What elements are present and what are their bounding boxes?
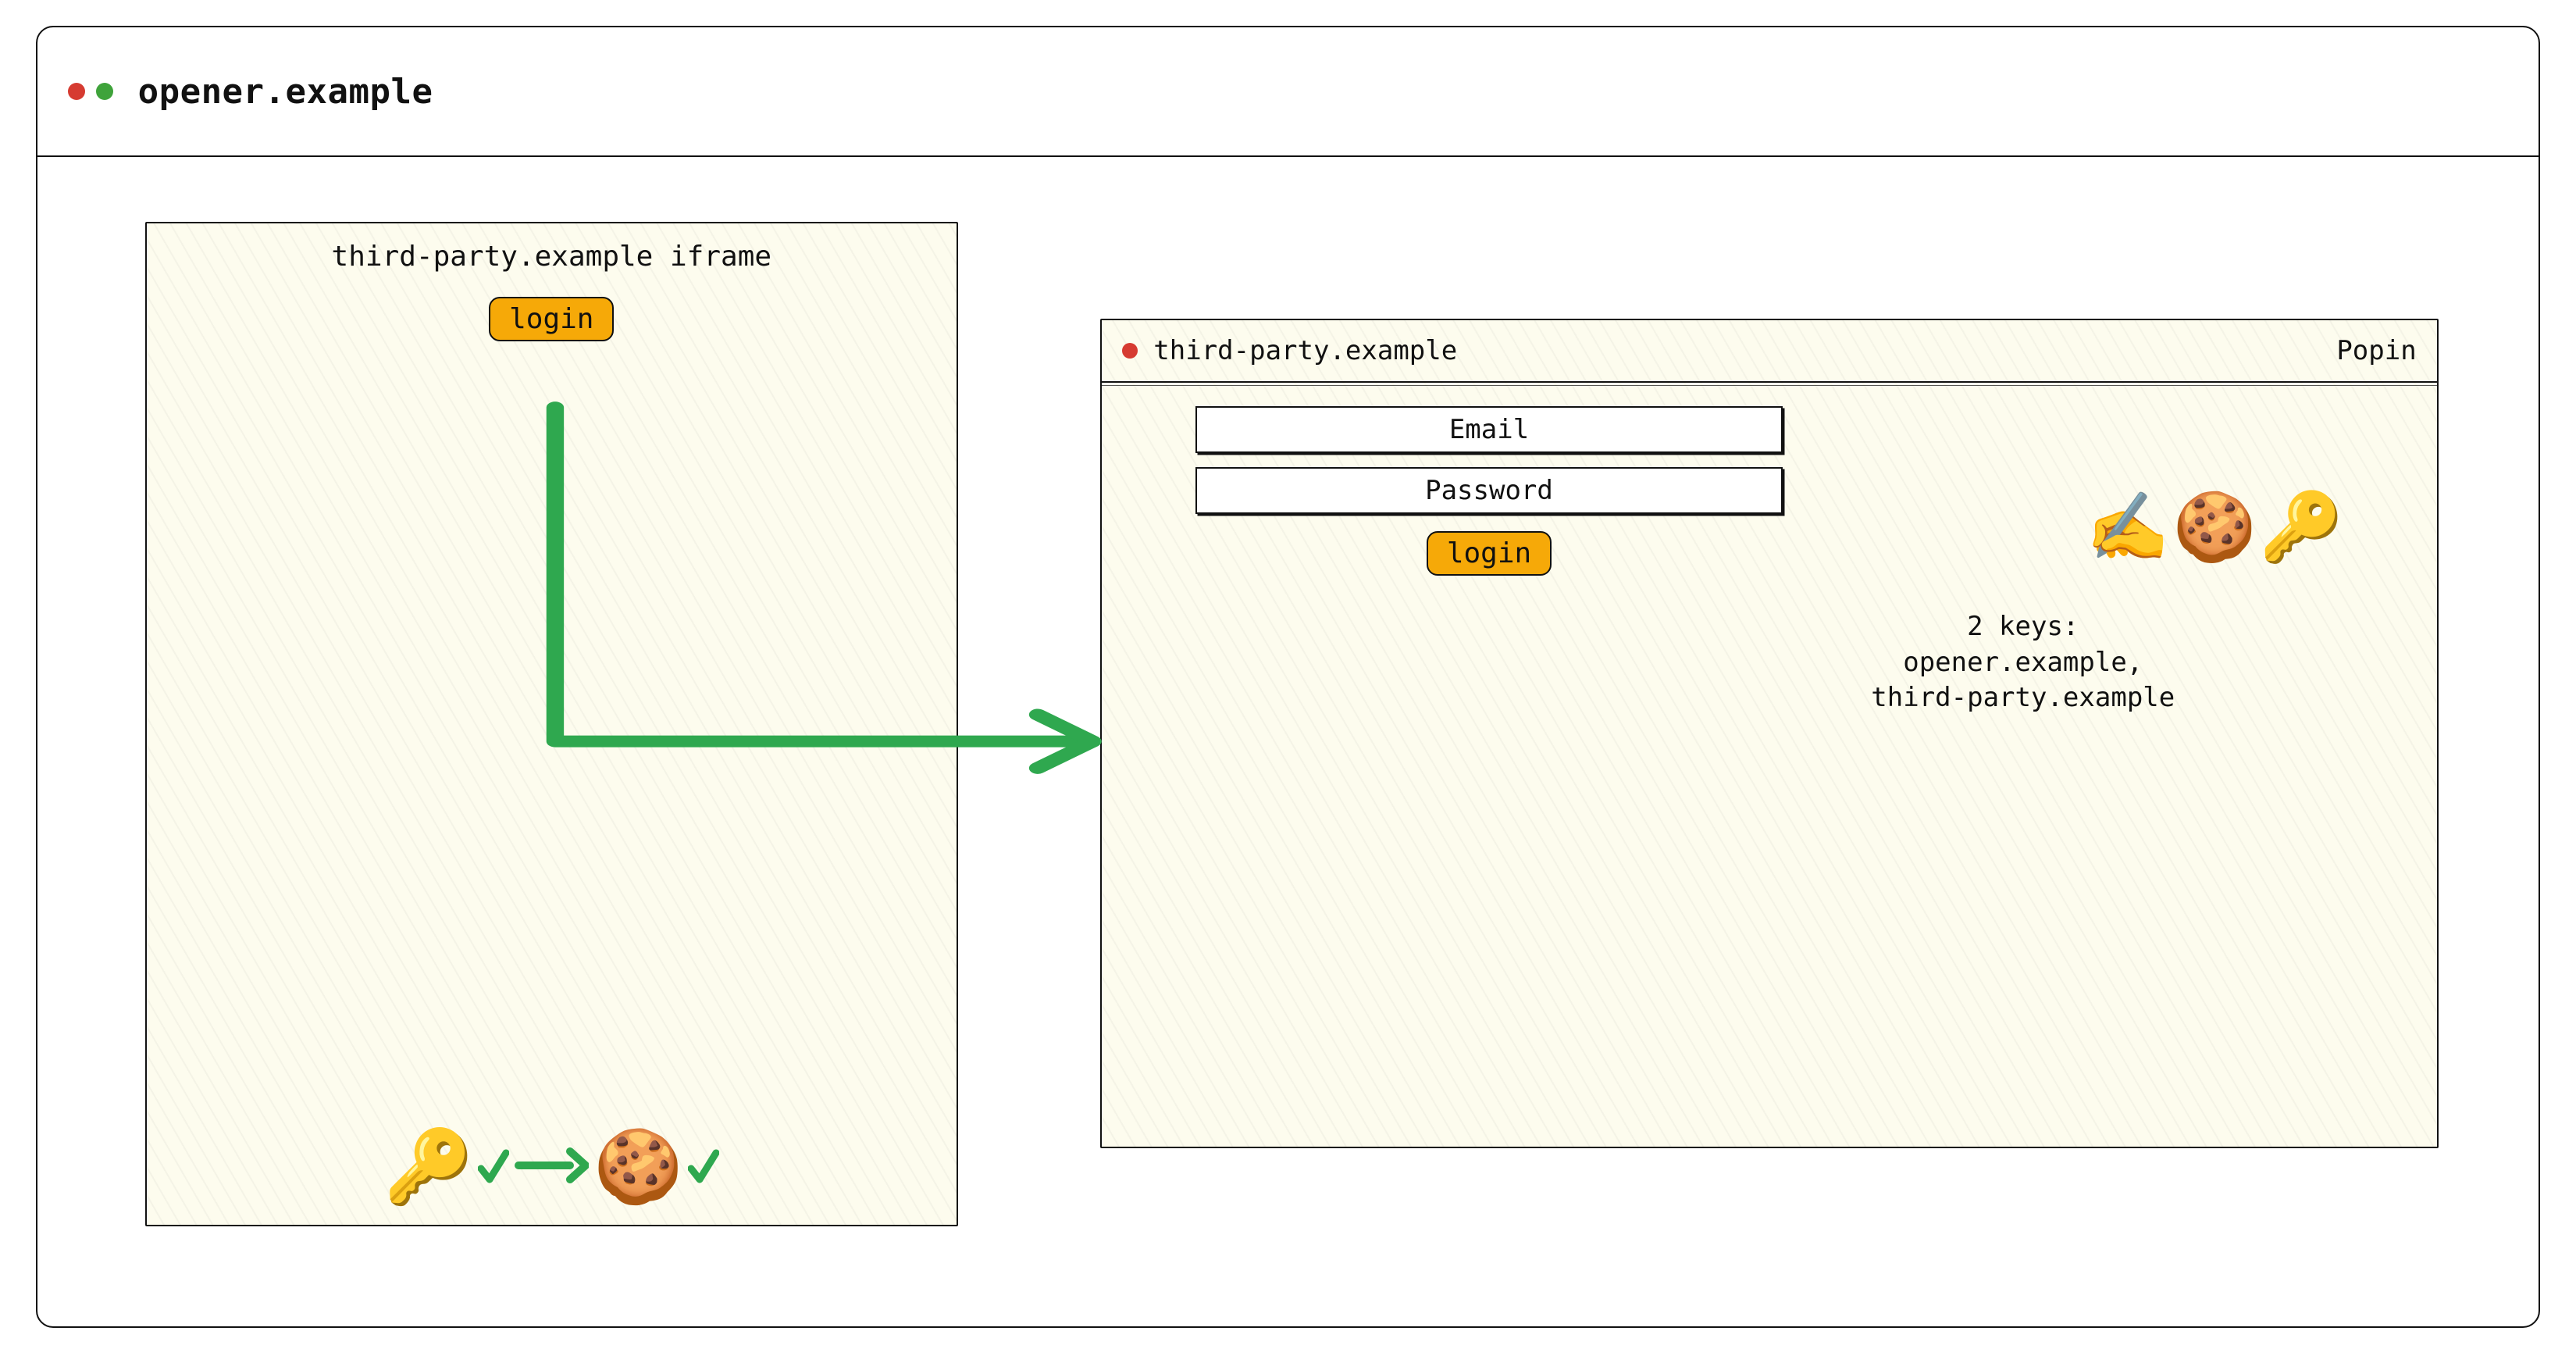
key-icon: 🔑 (384, 1131, 474, 1203)
popin-icons: ✍️ 🍪 🔑 (2086, 494, 2343, 561)
keys-line-2: third-party.example (1703, 680, 2344, 716)
iframe-result-row: 🔑 🍪 (147, 1131, 957, 1203)
key-icon: 🔑 (2260, 494, 2343, 561)
keys-caption: 2 keys: opener.example, third-party.exam… (1703, 609, 2344, 717)
popin-tag: Popin (2336, 335, 2416, 366)
window-controls (68, 83, 113, 100)
writing-hand-icon: ✍️ (2086, 494, 2170, 561)
login-form: Email Password login (1195, 406, 1783, 576)
browser-window: opener.example third-party.example ifram… (36, 26, 2540, 1328)
popin-close-dot-icon[interactable] (1122, 343, 1138, 359)
browser-content: third-party.example iframe login 🔑 🍪 (37, 157, 2539, 1326)
titlebar: opener.example (37, 27, 2539, 157)
check-icon (688, 1147, 719, 1187)
minimize-dot-icon[interactable] (96, 83, 113, 100)
keys-heading: 2 keys: (1703, 609, 2344, 645)
cookie-icon: 🍪 (2173, 494, 2257, 561)
popin-titlebar: third-party.example Popin (1102, 320, 2436, 383)
popin-login-button[interactable]: login (1427, 531, 1552, 576)
window-title: opener.example (138, 72, 433, 112)
popin-body: Email Password login ✍️ 🍪 🔑 2 keys: open (1102, 383, 2436, 1147)
cookie-icon: 🍪 (593, 1131, 683, 1203)
close-dot-icon[interactable] (68, 83, 85, 100)
popin-title: third-party.example (1153, 335, 1457, 366)
password-field[interactable]: Password (1195, 467, 1783, 514)
iframe-login-button[interactable]: login (489, 297, 614, 341)
iframe-title: third-party.example iframe (147, 241, 957, 273)
keys-line-1: opener.example, (1703, 645, 2344, 681)
popin-window: third-party.example Popin Email Password… (1100, 319, 2438, 1148)
check-icon (478, 1147, 509, 1187)
arrow-right-icon (514, 1142, 589, 1192)
iframe-panel: third-party.example iframe login 🔑 🍪 (145, 222, 958, 1227)
email-field[interactable]: Email (1195, 406, 1783, 453)
